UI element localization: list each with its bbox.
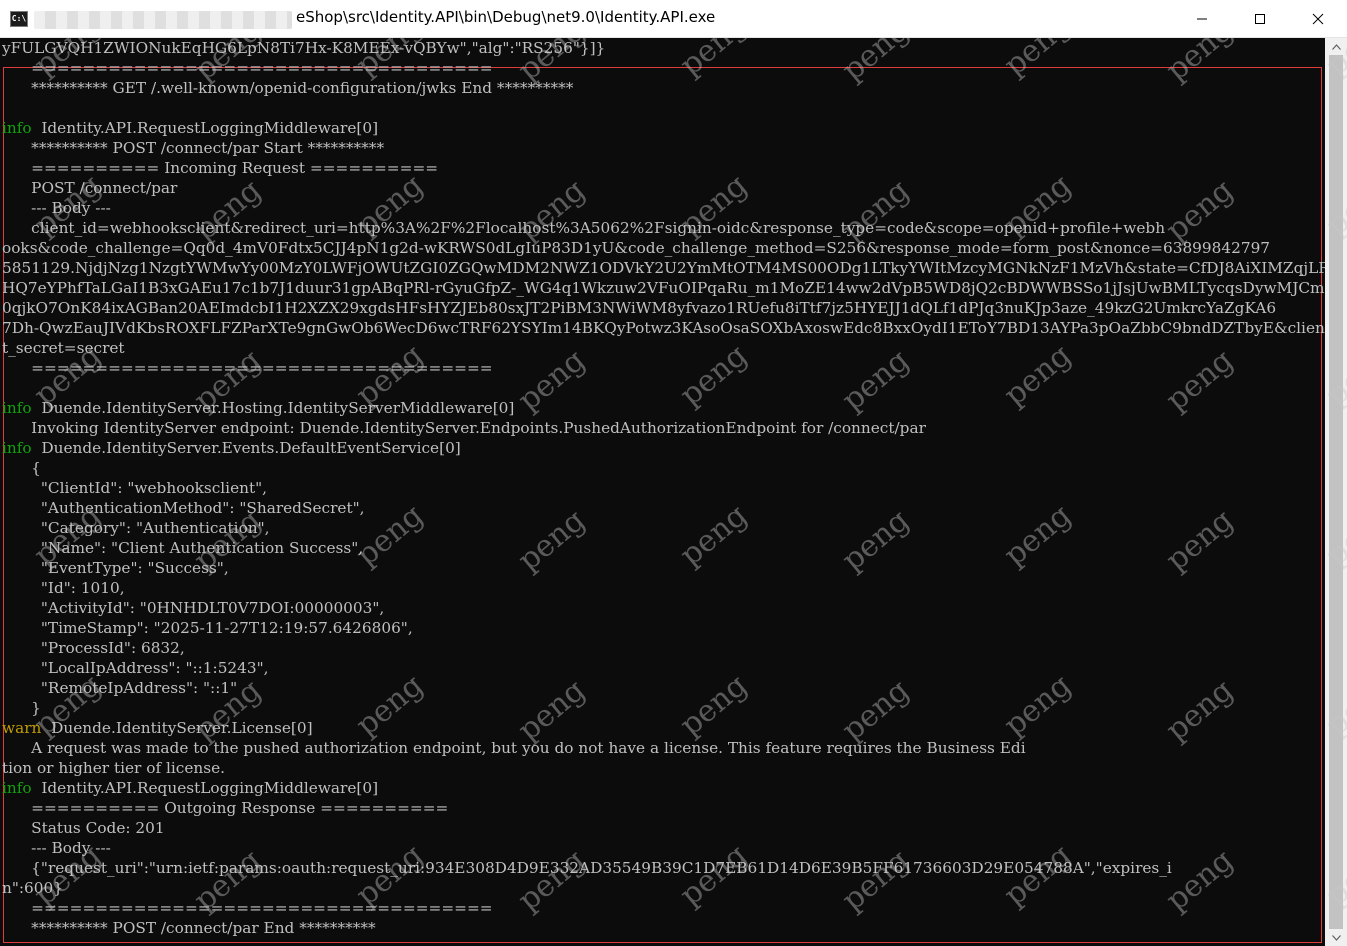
console-line: "RemoteIpAddress": "::1" (2, 679, 238, 697)
console-line: {"request_uri":"urn:ietf:params:oauth:re… (2, 859, 1172, 877)
log-source: Identity.API.RequestLoggingMiddleware[0] (31, 119, 379, 137)
log-source: Identity.API.RequestLoggingMiddleware[0] (31, 779, 379, 797)
log-level-label: info (2, 399, 32, 417)
console-line: "Id": 1010, (2, 579, 125, 597)
console-line: ooks&code_challenge=Qq0d_4mV0Fdtx5CJJ4pN… (2, 239, 1271, 257)
console-line: "ProcessId": 6832, (2, 639, 185, 657)
console-line: "EventType": "Success", (2, 559, 229, 577)
console-line: A request was made to the pushed authori… (2, 739, 1026, 757)
scroll-track[interactable] (1325, 55, 1347, 929)
console-line: "ClientId": "webhooksclient", (2, 479, 268, 497)
console-line: client_id=webhooksclient&redirect_uri=ht… (2, 219, 1166, 237)
console-line: "TimeStamp": "2025-11-27T12:19:57.642680… (2, 619, 413, 637)
console-line: ********** POST /connect/par End *******… (2, 919, 376, 937)
log-level-label: info (2, 439, 32, 457)
vertical-scrollbar[interactable] (1325, 38, 1347, 946)
maximize-icon (1255, 14, 1265, 24)
minimize-icon (1197, 18, 1207, 20)
arrow-down-icon (1331, 934, 1341, 941)
console-line: { (2, 459, 41, 477)
console-line: --- Body --- (2, 199, 111, 217)
console-line: "AuthenticationMethod": "SharedSecret", (2, 499, 365, 517)
scroll-down-button[interactable] (1325, 929, 1347, 946)
console-line: info Duende.IdentityServer.Events.Defaul… (2, 438, 461, 458)
log-source: Duende.IdentityServer.License[0] (41, 719, 313, 737)
console-line: "LocalIpAddress": "::1:5243", (2, 659, 269, 677)
log-level-label: info (2, 119, 32, 137)
close-icon (1312, 13, 1324, 25)
console-line: t_secret=secret (2, 339, 125, 357)
maximize-button[interactable] (1231, 0, 1289, 38)
console-line: ========== Outgoing Response ========== (2, 799, 449, 817)
console-line: warn Duende.IdentityServer.License[0] (2, 718, 313, 738)
log-level-label: info (2, 779, 32, 797)
log-level-label: warn (2, 719, 42, 737)
console-line: "Name": "Client Authentication Success", (2, 539, 364, 557)
console-line: Invoking IdentityServer endpoint: Duende… (2, 419, 926, 437)
console-line: POST /connect/par (2, 179, 178, 197)
console-line: 7Dh-QwzEauJIVdKbsROXFLFZParXTe9gnGwOb6We… (2, 319, 1325, 337)
console-line: info Identity.API.RequestLoggingMiddlewa… (2, 118, 378, 138)
console-line: info Duende.IdentityServer.Hosting.Ident… (2, 398, 514, 418)
console-line: } (2, 699, 41, 717)
console-line: Status Code: 201 (2, 819, 165, 837)
scroll-thumb[interactable] (1329, 55, 1343, 929)
console-line: "ActivityId": "0HNHDLT0V7DOI:00000003", (2, 599, 385, 617)
console-output[interactable]: yFULGVQH1ZWIONukEqHG6LpN8Ti7Hx-K8MEEx-vQ… (0, 38, 1325, 946)
console-line: "Category": "Authentication", (2, 519, 270, 537)
minimize-button[interactable] (1173, 0, 1231, 38)
log-source: Duende.IdentityServer.Hosting.IdentitySe… (31, 399, 515, 417)
console-line: --- Body --- (2, 839, 111, 857)
title-bar[interactable]: C:\ eShop\src\Identity.API\bin\Debug\net… (0, 0, 1347, 38)
console-line: n":600} (2, 879, 63, 897)
console-line: ========== Incoming Request ========== (2, 159, 439, 177)
console-line: info Identity.API.RequestLoggingMiddlewa… (2, 778, 378, 798)
console-line: ********** POST /connect/par Start *****… (2, 139, 385, 157)
console-line: 0qjkO7OnK84ixAGBan20AEImdcbI1H2XZX29xgds… (2, 299, 1277, 317)
window-title: eShop\src\Identity.API\bin\Debug\net9.0\… (296, 8, 716, 26)
console-line: 5851129.NjdjNzg1NzgtYWMwYy00MzY0LWFjOWUt… (2, 259, 1325, 277)
console-line: HQ7eYPhfTaLGaI1B3xGAEu17c1b7J1duur31gpAB… (2, 279, 1325, 297)
scroll-up-button[interactable] (1325, 38, 1347, 55)
title-blurred-path (34, 11, 292, 29)
console-line: ==================================== (2, 59, 493, 77)
arrow-up-icon (1331, 43, 1341, 50)
console-line: ********** GET /.well-known/openid-confi… (2, 79, 574, 97)
console-line: ==================================== (2, 899, 493, 917)
console-app-icon: C:\ (10, 11, 28, 27)
log-source: Duende.IdentityServer.Events.DefaultEven… (31, 439, 461, 457)
console-line: ==================================== (2, 359, 493, 377)
console-line: tion or higher tier of license. (2, 759, 225, 777)
close-button[interactable] (1289, 0, 1347, 38)
console-line: yFULGVQH1ZWIONukEqHG6LpN8Ti7Hx-K8MEEx-vQ… (2, 39, 606, 57)
